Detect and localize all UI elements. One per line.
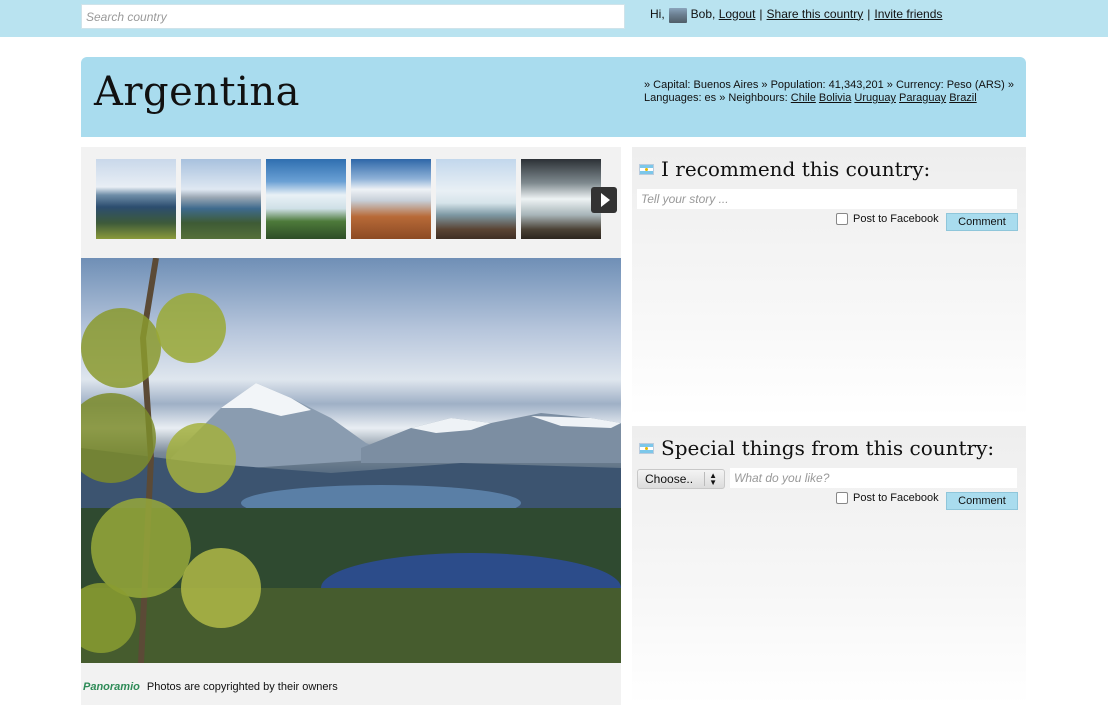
special-title-text: Special things from this country: <box>661 436 995 460</box>
post-facebook-option[interactable]: Post to Facebook <box>836 492 939 504</box>
chevron-right-icon <box>601 193 610 207</box>
logout-link[interactable]: Logout <box>719 7 756 21</box>
select-arrows-icon: ▲ ▼ <box>704 472 717 487</box>
top-bar: Hi, Bob, Logout | Share this country | I… <box>0 0 1108 37</box>
neighbour-link-bolivia[interactable]: Bolivia <box>819 92 851 104</box>
argentina-flag-icon <box>639 163 654 175</box>
recommend-panel: I recommend this country: Post to Facebo… <box>632 147 1026 417</box>
main-photo[interactable] <box>81 258 621 663</box>
post-facebook-label: Post to Facebook <box>853 213 939 225</box>
nav-separator: | <box>759 6 763 21</box>
neighbour-link-uruguay[interactable]: Uruguay <box>854 92 896 104</box>
special-comment-button[interactable]: Comment <box>946 492 1018 510</box>
neighbour-link-chile[interactable]: Chile <box>791 92 816 104</box>
what-do-you-like-input[interactable] <box>730 468 1017 488</box>
greeting-text: Hi, <box>650 6 665 21</box>
photo-credit: Panoramio Photos are copyrighted by thei… <box>83 681 338 693</box>
country-facts: » Capital: Buenos Aires » Population: 41… <box>644 79 1020 105</box>
avatar <box>668 8 687 23</box>
post-facebook-option[interactable]: Post to Facebook <box>836 213 939 225</box>
share-country-link[interactable]: Share this country <box>767 7 864 21</box>
country-title: Argentina <box>94 69 301 115</box>
category-select[interactable]: Choose.. ▲ ▼ <box>637 469 725 489</box>
recommend-title-text: I recommend this country: <box>661 157 931 181</box>
post-facebook-checkbox[interactable] <box>836 213 848 225</box>
thumbnail[interactable] <box>96 159 176 239</box>
neighbour-link-brazil[interactable]: Brazil <box>949 92 977 104</box>
story-input[interactable] <box>637 189 1017 209</box>
next-thumbnails-button[interactable] <box>591 187 617 213</box>
special-title: Special things from this country: <box>639 436 994 460</box>
nav-separator: | <box>867 6 871 21</box>
user-nav: Hi, Bob, Logout | Share this country | I… <box>650 6 942 23</box>
thumbnail[interactable] <box>521 159 601 239</box>
invite-friends-link[interactable]: Invite friends <box>874 7 942 21</box>
username-text: Bob, <box>690 6 716 21</box>
post-facebook-label: Post to Facebook <box>853 492 939 504</box>
neighbour-link-paraguay[interactable]: Paraguay <box>899 92 946 104</box>
thumbnail[interactable] <box>436 159 516 239</box>
argentina-flag-icon <box>639 442 654 454</box>
thumbnail-strip <box>96 159 601 239</box>
special-things-panel: Special things from this country: Choose… <box>632 426 1026 705</box>
thumbnail[interactable] <box>266 159 346 239</box>
search-country-input[interactable] <box>81 4 625 29</box>
credit-text: Photos are copyrighted by their owners <box>146 681 338 693</box>
thumbnail[interactable] <box>351 159 431 239</box>
photo-gallery: Panoramio Photos are copyrighted by thei… <box>81 147 621 705</box>
country-header: Argentina » Capital: Buenos Aires » Popu… <box>81 57 1026 137</box>
recommend-title: I recommend this country: <box>639 157 930 181</box>
recommend-comment-button[interactable]: Comment <box>946 213 1018 231</box>
category-select-value: Choose.. <box>645 472 694 486</box>
thumbnail[interactable] <box>181 159 261 239</box>
post-facebook-checkbox[interactable] <box>836 492 848 504</box>
panoramio-logo[interactable]: Panoramio <box>83 681 140 693</box>
tree-overlay <box>81 258 261 663</box>
